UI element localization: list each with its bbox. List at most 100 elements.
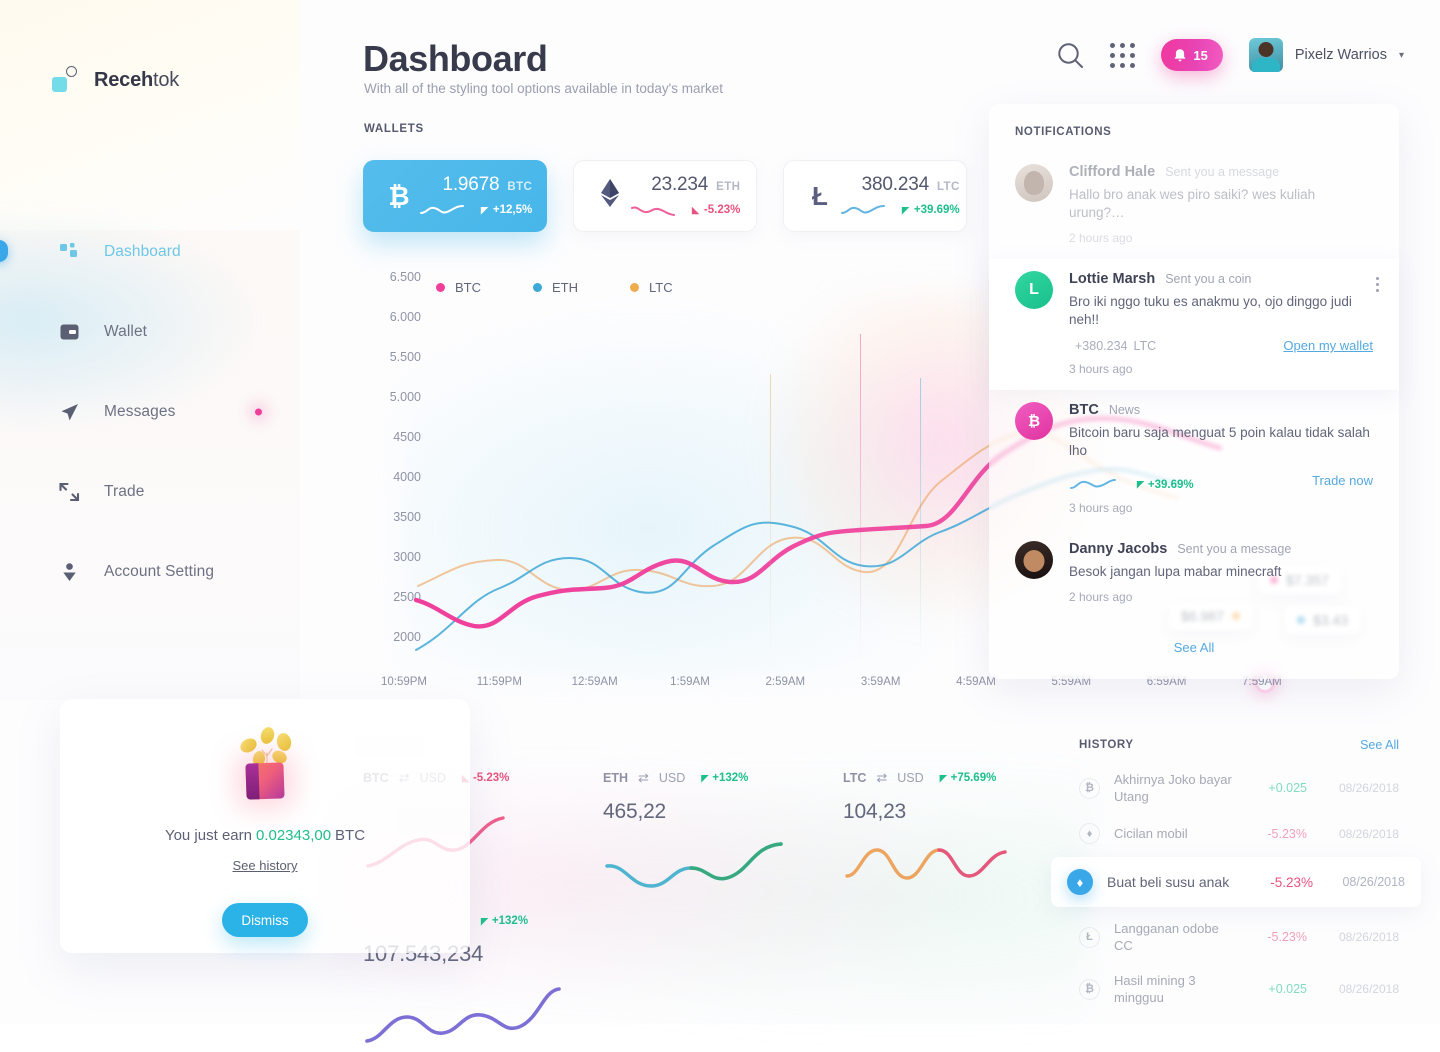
history-row[interactable]: ₿ Akhirnya Joko bayar Utang +0.025 08/26…	[1079, 762, 1399, 814]
see-history-link[interactable]: See history	[232, 858, 297, 873]
active-indicator-pill	[0, 240, 8, 262]
x-tick: 12:59AM	[571, 676, 618, 688]
history-header: HISTORY See All	[1079, 738, 1399, 752]
swap-arrows-icon[interactable]: ⇄	[876, 770, 887, 786]
bell-icon	[1174, 48, 1186, 61]
wallet-change: ◤ +39.69%	[902, 204, 960, 216]
ethereum-icon: ♦	[1079, 823, 1100, 844]
user-menu[interactable]: Pixelz Warrios ▾	[1248, 38, 1404, 72]
notification-sender: Clifford Hale	[1069, 164, 1156, 180]
dismiss-button[interactable]: Dismiss	[222, 903, 308, 937]
wallet-change-value: -5.23%	[703, 204, 741, 216]
notification-kind: News	[1108, 403, 1141, 417]
trend-up-icon: ◤	[1137, 479, 1144, 489]
history-row[interactable]: ₿ Hasil mining 3 mingguu +0.025 08/26/20…	[1079, 963, 1399, 1015]
wallet-value: 1.9678	[442, 174, 500, 195]
notification-change-value: +39.69%	[1147, 478, 1194, 491]
trade-now-link[interactable]: Trade now	[1312, 473, 1373, 488]
notification-message: Bro iki nggo tuku es anakmu yo, ojo ding…	[1069, 294, 1352, 327]
apps-grid-icon[interactable]	[1110, 42, 1136, 68]
notification-badge[interactable]: 15	[1161, 39, 1223, 71]
history-panel: HISTORY See All ₿ Akhirnya Joko bayar Ut…	[1051, 738, 1421, 1015]
x-tick: 1:59AM	[670, 676, 710, 688]
wallet-change: ◤ +12,5%	[481, 204, 532, 216]
rate-value: 465,22	[603, 800, 667, 823]
trend-up-icon: ◤	[939, 772, 947, 783]
rate-change: ◤ +75.69%	[940, 772, 997, 784]
litecoin-icon: Ł	[812, 180, 828, 211]
notification-change: ◤ +39.69%	[1137, 479, 1194, 491]
notification-kind: Sent you a message	[1165, 165, 1280, 179]
notification-count: 15	[1193, 47, 1208, 63]
history-row[interactable]: ♦ Buat beli susu anak -5.23% 08/26/2018	[1051, 857, 1421, 907]
avatar: ₿	[1015, 402, 1053, 440]
chevron-down-icon[interactable]: ▾	[1399, 50, 1404, 61]
rate-to: USD	[658, 771, 686, 785]
header-toolbar: 15 Pixelz Warrios ▾	[1057, 38, 1404, 72]
wallet-card-list: ₿ 1.9678 BTC ◤ +12,5% 23.234 ETH ◣ -5.23…	[363, 160, 967, 232]
user-name: Pixelz Warrios	[1294, 47, 1387, 63]
history-date: 08/26/2018	[1342, 875, 1405, 889]
sidebar-item-messages[interactable]: Messages	[0, 388, 300, 436]
trend-up-icon: ◤	[481, 915, 488, 926]
gift-box-coins-icon	[220, 721, 310, 805]
notifications-panel: NOTIFICATIONS Clifford Hale Sent you a m…	[989, 104, 1399, 679]
sidebar-item-account-setting[interactable]: Account Setting	[0, 548, 300, 596]
notification-amount-unit: LTC	[1133, 339, 1157, 353]
litecoin-icon: Ł	[1079, 926, 1100, 948]
notification-time: 2 hours ago	[1069, 590, 1133, 604]
wallet-value: 380.234	[861, 174, 929, 195]
ethereum-icon: ♦	[1067, 869, 1093, 895]
wallet-card-eth[interactable]: 23.234 ETH ◣ -5.23%	[573, 160, 757, 232]
notification-item[interactable]: L Lottie Marsh Sent you a coin Bro iki n…	[989, 259, 1399, 390]
sidebar-item-dashboard[interactable]: Dashboard	[0, 228, 300, 276]
notification-time: 3 hours ago	[1069, 362, 1133, 376]
notification-item[interactable]: Danny Jacobs Sent you a message Besok ja…	[989, 529, 1399, 618]
rate-pair: ETH ⇄ USD ◤ +132%	[603, 770, 783, 786]
more-options-icon[interactable]	[1376, 277, 1379, 292]
wallet-change-value: +12,5%	[492, 204, 533, 216]
brand-logo[interactable]: Recehtok	[52, 66, 179, 94]
notification-item[interactable]: ₿ BTC News Bitcoin baru saja menguat 5 p…	[989, 390, 1399, 529]
sidebar-item-trade[interactable]: Trade	[0, 468, 300, 516]
notifications-title: NOTIFICATIONS	[1015, 126, 1112, 138]
notification-sender: BTC	[1069, 402, 1099, 418]
rate-change-value: -5.23%	[472, 772, 510, 784]
wallets-section-label: WALLETS	[364, 123, 424, 135]
wallet-card-ltc[interactable]: Ł 380.234 LTC ◤ +39.69%	[783, 160, 967, 232]
notification-item[interactable]: Clifford Hale Sent you a message Hallo b…	[989, 152, 1399, 259]
history-row[interactable]: Ł Langganan odobe CC -5.23% 08/26/2018	[1079, 911, 1399, 963]
x-tick: 11:59PM	[476, 676, 522, 688]
wallet-card-btc[interactable]: ₿ 1.9678 BTC ◤ +12,5%	[363, 160, 547, 232]
notification-amount-value: +380.234	[1075, 339, 1128, 353]
rate-card-eth-usd[interactable]: ETH ⇄ USD ◤ +132% 465,22	[603, 770, 783, 901]
sidebar-item-label: Trade	[104, 483, 145, 500]
sparkline-ltc	[841, 205, 885, 214]
history-label: Cicilan mobil	[1114, 826, 1188, 841]
brand-name-bold: Receh	[94, 68, 154, 91]
swap-arrows-icon[interactable]: ⇄	[638, 770, 649, 786]
messages-icon	[58, 401, 80, 423]
wallet-unit: BTC	[507, 181, 533, 193]
notifications-see-all-link[interactable]: See All	[989, 618, 1399, 679]
history-row[interactable]: ♦ Cicilan mobil -5.23% 08/26/2018	[1079, 814, 1399, 853]
page-title: Dashboard	[363, 38, 548, 79]
rate-card-ltc-usd[interactable]: LTC ⇄ USD ◤ +75.69% 104,23	[843, 770, 1023, 901]
earn-message: You just earn 0.02343,00 BTC	[165, 827, 365, 844]
sidebar-nav: Dashboard Wallet Messages Trade Account …	[0, 228, 300, 628]
wallet-value: 23.234	[651, 174, 709, 195]
earn-amount: 0.02343,00	[255, 827, 332, 844]
sidebar-item-wallet[interactable]: Wallet	[0, 308, 300, 356]
history-label: Hasil mining 3 mingguu	[1114, 973, 1196, 1005]
brand-name-rest: tok	[153, 68, 180, 91]
search-icon[interactable]	[1057, 42, 1084, 69]
notification-kind: Sent you a coin	[1165, 272, 1252, 286]
logo-icon	[52, 66, 80, 94]
rate-change: ◤ +132%	[701, 772, 748, 784]
history-see-all-link[interactable]: See All	[1360, 738, 1399, 752]
earn-reward-modal: You just earn 0.02343,00 BTC See history D…	[60, 699, 470, 953]
trend-up-icon: ◤	[481, 204, 488, 215]
sparkline-eth-usd	[605, 842, 783, 888]
history-amount: -5.23%	[1270, 874, 1313, 890]
open-my-wallet-link[interactable]: Open my wallet	[1283, 338, 1373, 353]
